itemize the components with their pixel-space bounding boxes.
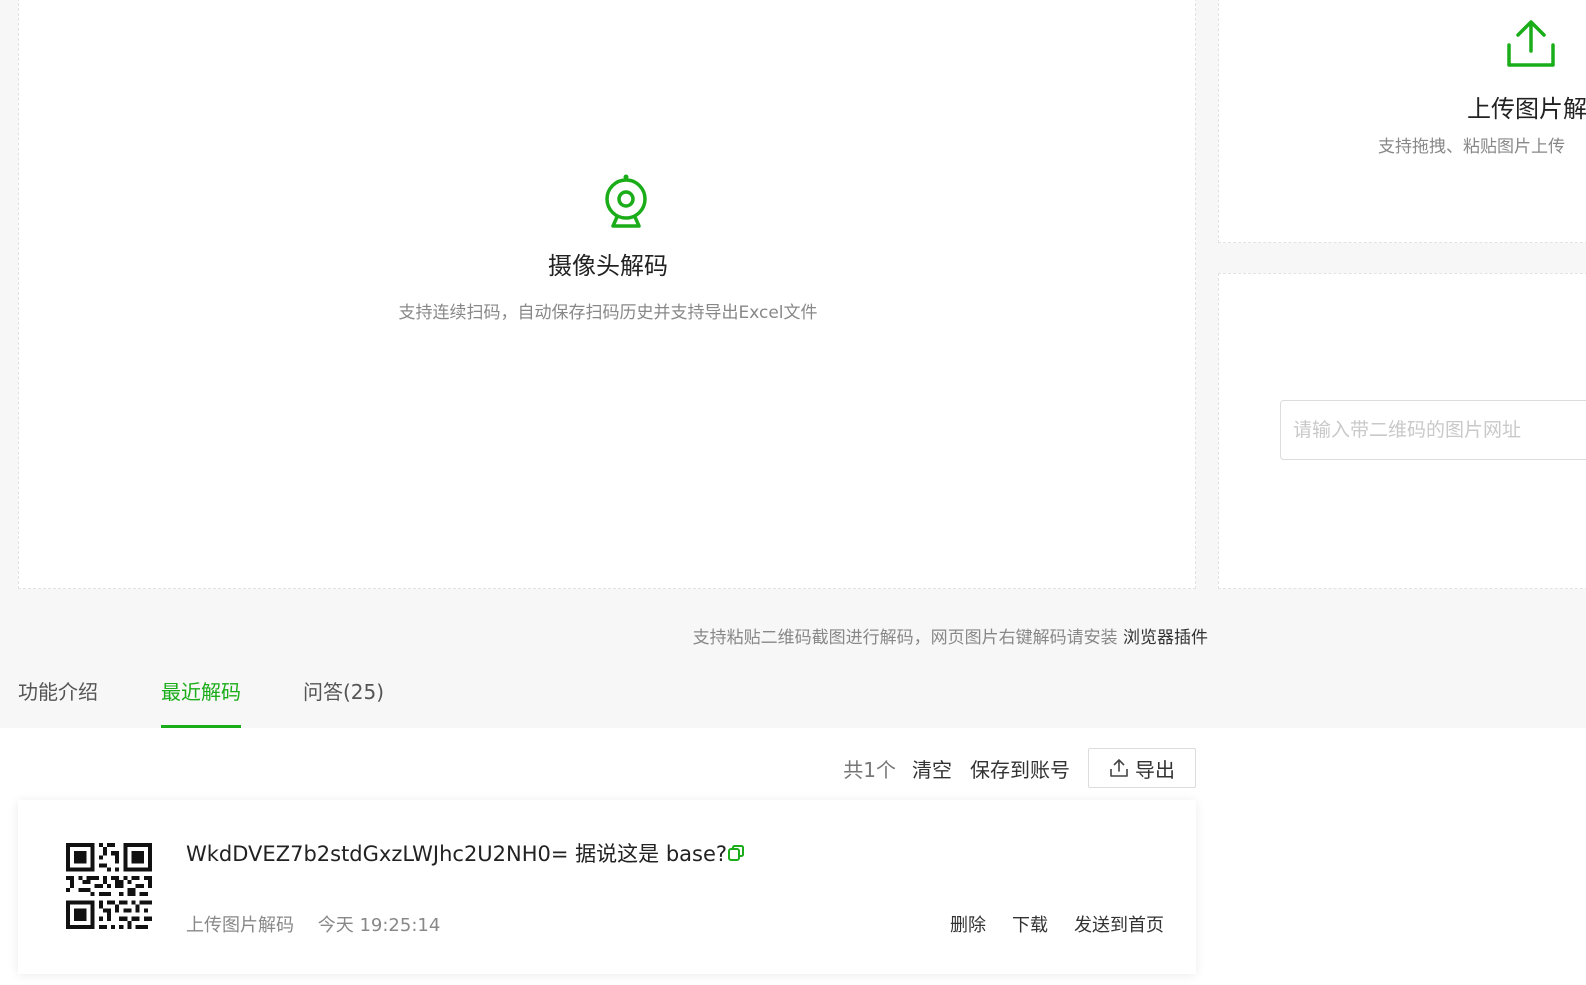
tab-qa[interactable]: 问答(25): [303, 676, 384, 728]
delete-button[interactable]: 删除: [950, 911, 986, 937]
history-toolbar: 共1个 清空 保存到账号 导出: [843, 748, 1196, 788]
download-button[interactable]: 下载: [1012, 911, 1048, 937]
image-url-input[interactable]: [1280, 400, 1586, 460]
save-to-account-button[interactable]: 保存到账号: [970, 754, 1070, 783]
record-count: 共1个: [843, 757, 896, 782]
send-to-home-button[interactable]: 发送到首页: [1074, 911, 1164, 937]
copy-icon[interactable]: [726, 843, 746, 863]
upload-decode-title: 上传图片解码: [1467, 95, 1586, 123]
camera-decode-title: 摄像头解码: [548, 252, 668, 280]
tab-intro[interactable]: 功能介绍: [18, 676, 98, 728]
record-actions: 删除 下载 发送到首页: [950, 911, 1164, 937]
browser-plugin-link[interactable]: 浏览器插件: [1123, 628, 1208, 648]
camera-decode-card[interactable]: 摄像头解码 支持连续扫码，自动保存扫码历史并支持导出Excel文件: [18, 0, 1196, 589]
decoded-content: WkdDVEZ7b2stdGxzLWJhc2U2NH0= 据说这是 base?: [186, 842, 728, 866]
export-icon: [1110, 759, 1128, 777]
export-button[interactable]: 导出: [1088, 748, 1196, 788]
clear-button[interactable]: 清空: [912, 754, 952, 783]
upload-icon: [1507, 20, 1555, 67]
tab-recent-decodes[interactable]: 最近解码: [161, 676, 241, 728]
url-decode-card: [1218, 273, 1586, 589]
webcam-icon: [605, 174, 647, 228]
record-source: 上传图片解码: [186, 915, 294, 936]
export-label: 导出: [1135, 757, 1175, 782]
record-meta: 上传图片解码 今天 19:25:14: [186, 911, 440, 937]
upload-decode-description: 支持拖拽、粘贴图片上传: [1378, 137, 1565, 157]
decode-record: WkdDVEZ7b2stdGxzLWJhc2U2NH0= 据说这是 base? …: [18, 800, 1196, 974]
upload-decode-card[interactable]: 上传图片解码 支持拖拽、粘贴图片上传: [1218, 0, 1586, 243]
paste-hint: 支持粘贴二维码截图进行解码，网页图片右键解码请安装 浏览器插件: [693, 623, 1208, 648]
camera-decode-description: 支持连续扫码，自动保存扫码历史并支持导出Excel文件: [398, 303, 818, 323]
paste-hint-text: 支持粘贴二维码截图进行解码，网页图片右键解码请安装: [692, 628, 1118, 648]
record-time: 今天 19:25:14: [317, 915, 441, 936]
qr-code-thumbnail[interactable]: [66, 843, 152, 929]
